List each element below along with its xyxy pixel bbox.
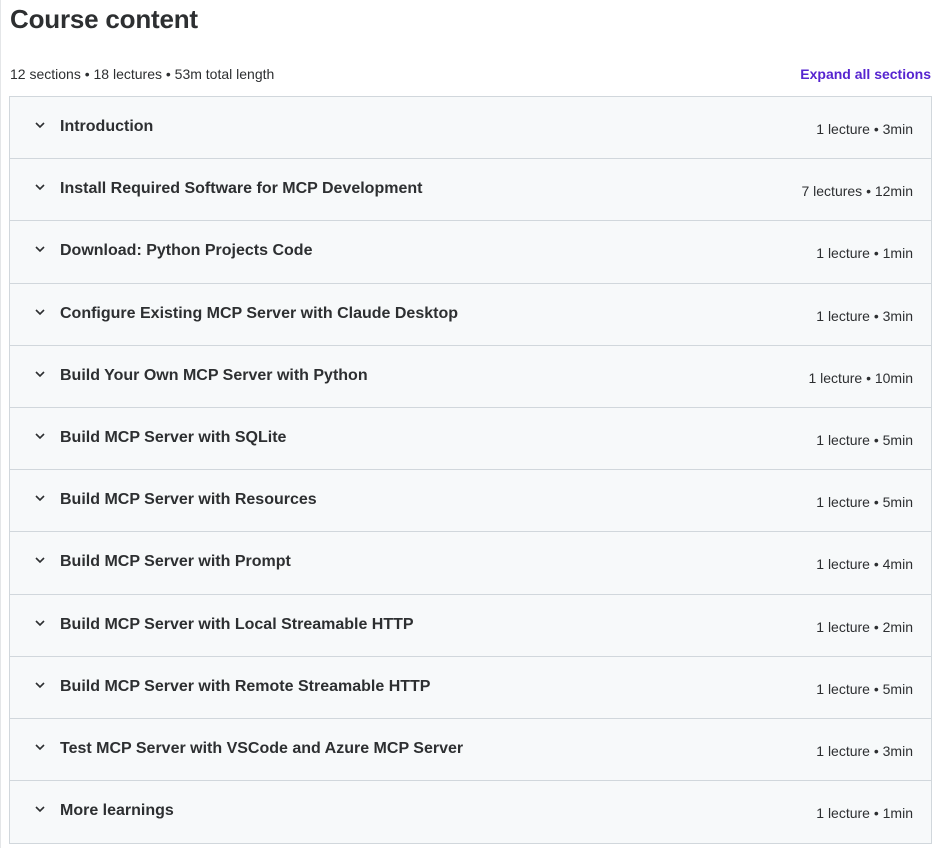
section-title: Build Your Own MCP Server with Python	[60, 366, 368, 384]
chevron-down-icon	[34, 617, 46, 629]
section-meta: 1 lecture • 3min	[816, 742, 913, 759]
section-title: Build MCP Server with SQLite	[60, 428, 287, 446]
section-title: Build MCP Server with Remote Streamable …	[60, 677, 431, 695]
section-item[interactable]: Download: Python Projects Code 1 lecture…	[10, 221, 931, 284]
section-meta: 1 lecture • 5min	[816, 680, 913, 697]
section-meta: 1 lecture • 4min	[816, 556, 913, 573]
page-title: Course content	[10, 4, 198, 34]
section-meta: 1 lecture • 3min	[816, 121, 913, 137]
section-meta: 1 lecture • 5min	[816, 431, 913, 448]
section-list: Introduction 1 lecture • 3min Install Re…	[9, 96, 932, 845]
section-item[interactable]: Introduction 1 lecture • 3min	[10, 97, 931, 160]
section-item[interactable]: Build MCP Server with Resources 1 lectur…	[10, 470, 931, 533]
section-title: Install Required Software for MCP Develo…	[60, 180, 423, 198]
section-title: Configure Existing MCP Server with Claud…	[60, 304, 458, 322]
course-summary: 12 sections • 18 lectures • 53m total le…	[10, 66, 275, 82]
section-item[interactable]: Build MCP Server with SQLite 1 lecture •…	[10, 407, 931, 471]
section-title: Introduction	[60, 118, 154, 135]
chevron-down-icon	[34, 803, 46, 815]
chevron-down-icon	[34, 181, 46, 193]
course-content-panel: Course content 12 sections • 18 lectures…	[0, 0, 939, 848]
section-item[interactable]: More learnings 1 lecture • 1min	[10, 781, 931, 844]
section-title: Build MCP Server with Prompt	[60, 553, 291, 571]
section-item[interactable]: Test MCP Server with VSCode and Azure MC…	[10, 718, 931, 782]
section-meta: 1 lecture • 5min	[816, 494, 913, 511]
section-title: Build MCP Server with Resources	[60, 491, 317, 509]
section-title: Download: Python Projects Code	[60, 242, 313, 260]
expand-all-sections-button[interactable]: Expand all sections	[800, 65, 931, 83]
chevron-down-icon	[34, 306, 46, 318]
section-item[interactable]: Build MCP Server with Local Streamable H…	[10, 594, 931, 657]
chevron-down-icon	[34, 492, 46, 504]
section-item[interactable]: Configure Existing MCP Server with Claud…	[10, 283, 931, 346]
section-item[interactable]: Install Required Software for MCP Develo…	[10, 159, 931, 222]
section-title: Build MCP Server with Local Streamable H…	[60, 615, 414, 633]
chevron-down-icon	[34, 243, 46, 255]
chevron-down-icon	[34, 430, 46, 442]
section-item[interactable]: Build Your Own MCP Server with Python 1 …	[10, 345, 931, 408]
section-meta: 1 lecture • 2min	[816, 618, 913, 635]
section-item[interactable]: Build MCP Server with Prompt 1 lecture •…	[10, 532, 931, 595]
section-meta: 1 lecture • 1min	[816, 245, 913, 262]
chevron-down-icon	[34, 554, 46, 566]
section-meta: 7 lectures • 12min	[801, 183, 913, 200]
section-meta: 1 lecture • 3min	[816, 307, 913, 324]
chevron-down-icon	[34, 679, 46, 691]
chevron-down-icon	[34, 741, 46, 753]
section-meta: 1 lecture • 1min	[816, 805, 913, 822]
section-title: Test MCP Server with VSCode and Azure MC…	[60, 739, 464, 757]
section-item[interactable]: Build MCP Server with Remote Streamable …	[10, 656, 931, 719]
chevron-down-icon	[34, 119, 46, 131]
section-meta: 1 lecture • 10min	[808, 369, 913, 386]
section-title: More learnings	[60, 802, 174, 820]
chevron-down-icon	[34, 368, 46, 380]
